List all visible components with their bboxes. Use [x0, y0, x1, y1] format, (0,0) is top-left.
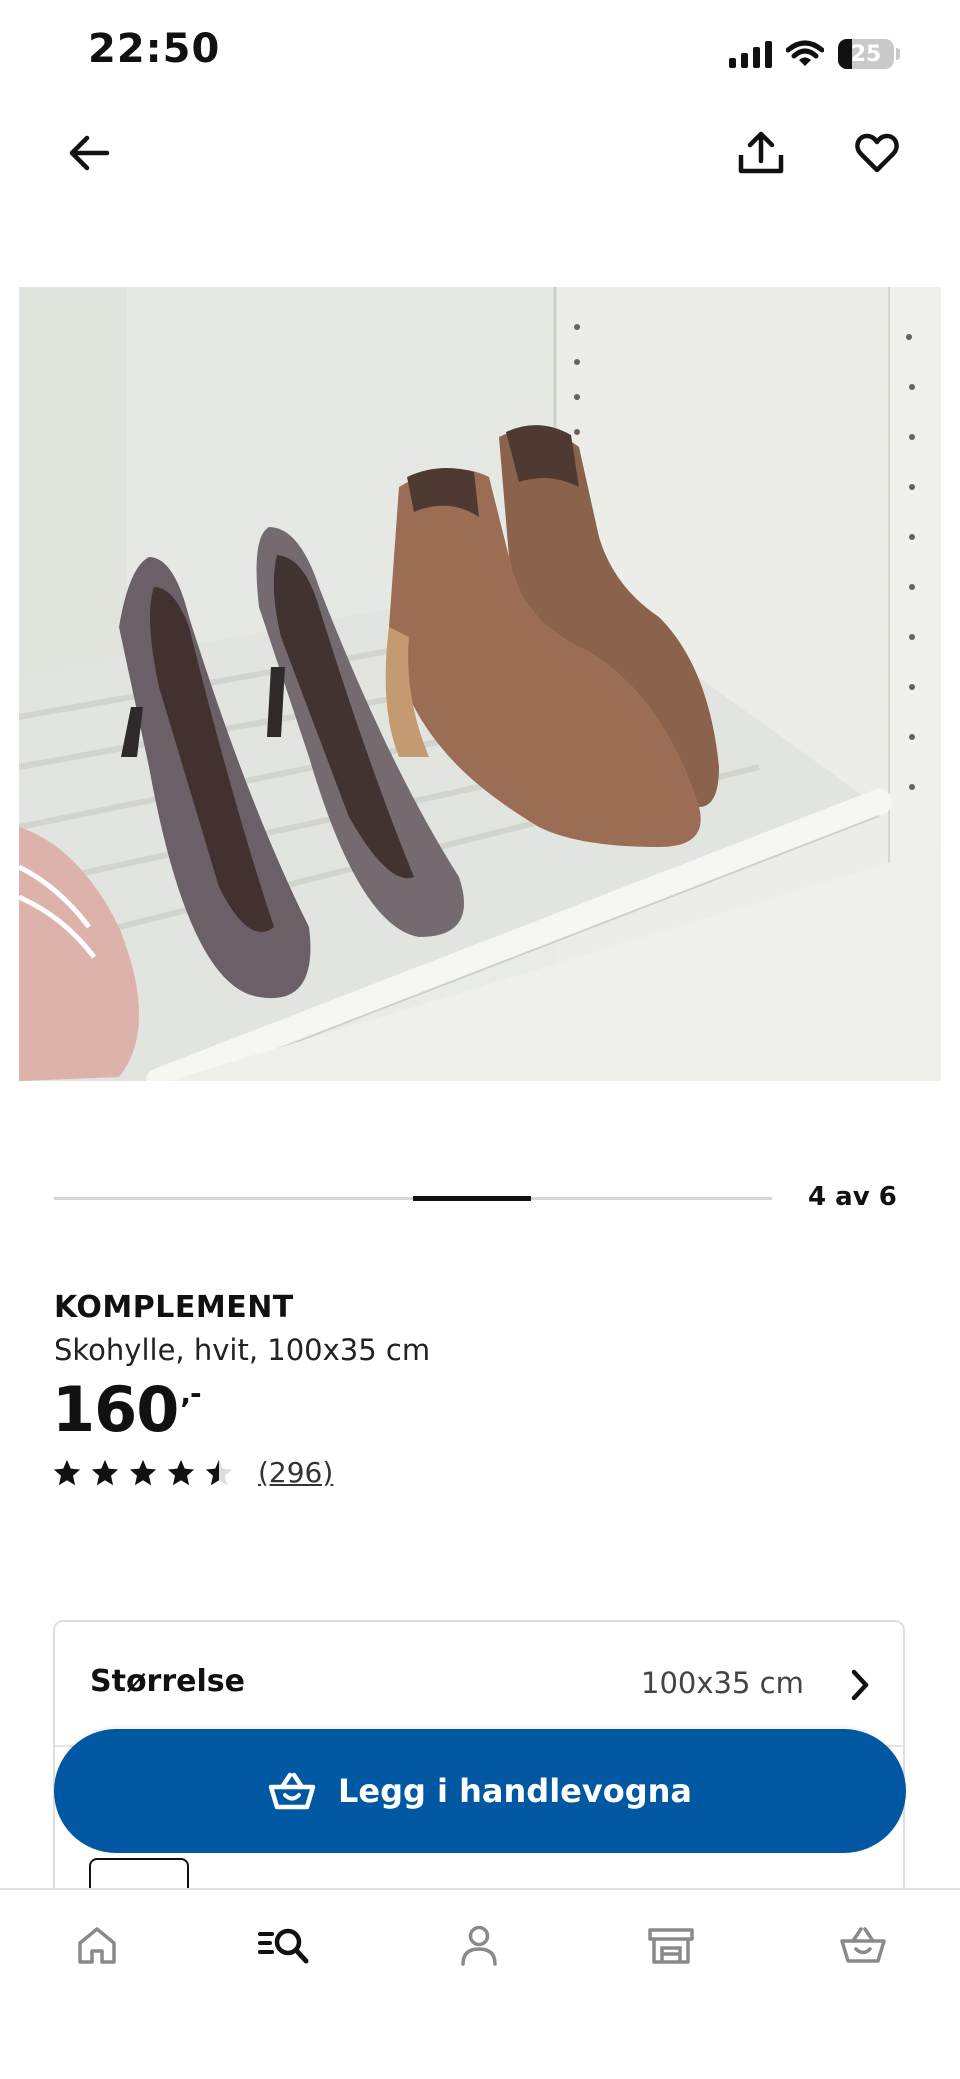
nav-stores[interactable]: [636, 1910, 706, 1980]
basket-icon: [268, 1772, 316, 1810]
product-image[interactable]: [19, 287, 941, 1081]
size-label[interactable]: Størrelse: [90, 1664, 245, 1699]
carousel-progress: [54, 1196, 772, 1201]
signal-icon: [729, 40, 772, 68]
nav-home[interactable]: [62, 1910, 132, 1980]
wifi-icon: [786, 40, 824, 66]
product-price: 160 ,-: [52, 1373, 202, 1446]
share-icon: [738, 131, 784, 174]
product-description: Skohylle, hvit, 100x35 cm: [54, 1333, 431, 1367]
status-indicators: 25: [729, 36, 900, 72]
nav-profile[interactable]: [444, 1910, 514, 1980]
nav-cart[interactable]: [828, 1910, 898, 1980]
carousel-progress-fill: [413, 1196, 532, 1201]
rating-count[interactable]: (296): [258, 1456, 333, 1489]
nav-search[interactable]: [250, 1910, 320, 1980]
star-icon: [129, 1459, 157, 1485]
star-icon: [91, 1459, 119, 1485]
profile-icon: [461, 1925, 497, 1966]
share-button[interactable]: [726, 118, 796, 188]
size-selector-button[interactable]: [846, 1668, 874, 1706]
bottom-nav: [0, 1888, 960, 2079]
battery-level: 25: [850, 41, 882, 67]
product-photo: [19, 287, 941, 1081]
back-arrow-icon: [69, 135, 110, 171]
add-to-cart-button[interactable]: Legg i handlevogna: [54, 1729, 906, 1853]
back-button[interactable]: [54, 118, 124, 188]
home-icon: [78, 1927, 116, 1964]
favorite-button[interactable]: [842, 118, 912, 188]
price-amount: 160: [52, 1373, 179, 1446]
search-icon: [258, 1928, 309, 1964]
store-icon: [648, 1928, 694, 1964]
cart-icon: [840, 1927, 886, 1963]
heart-icon: [855, 133, 899, 173]
star-half-icon: [205, 1459, 233, 1485]
star-icon: [53, 1459, 81, 1485]
size-value[interactable]: 100x35 cm: [641, 1666, 804, 1700]
carousel-counter: 4 av 6: [808, 1182, 897, 1212]
add-to-cart-label: Legg i handlevogna: [337, 1772, 692, 1810]
price-suffix: ,-: [180, 1377, 201, 1410]
status-time: 22:50: [88, 26, 221, 72]
battery-icon: 25: [838, 39, 900, 69]
rating-stars: [52, 1458, 234, 1488]
chevron-right-icon: [851, 1669, 869, 1701]
star-icon: [167, 1459, 195, 1485]
product-name: KOMPLEMENT: [54, 1290, 294, 1325]
product-rating[interactable]: (296): [52, 1456, 333, 1489]
